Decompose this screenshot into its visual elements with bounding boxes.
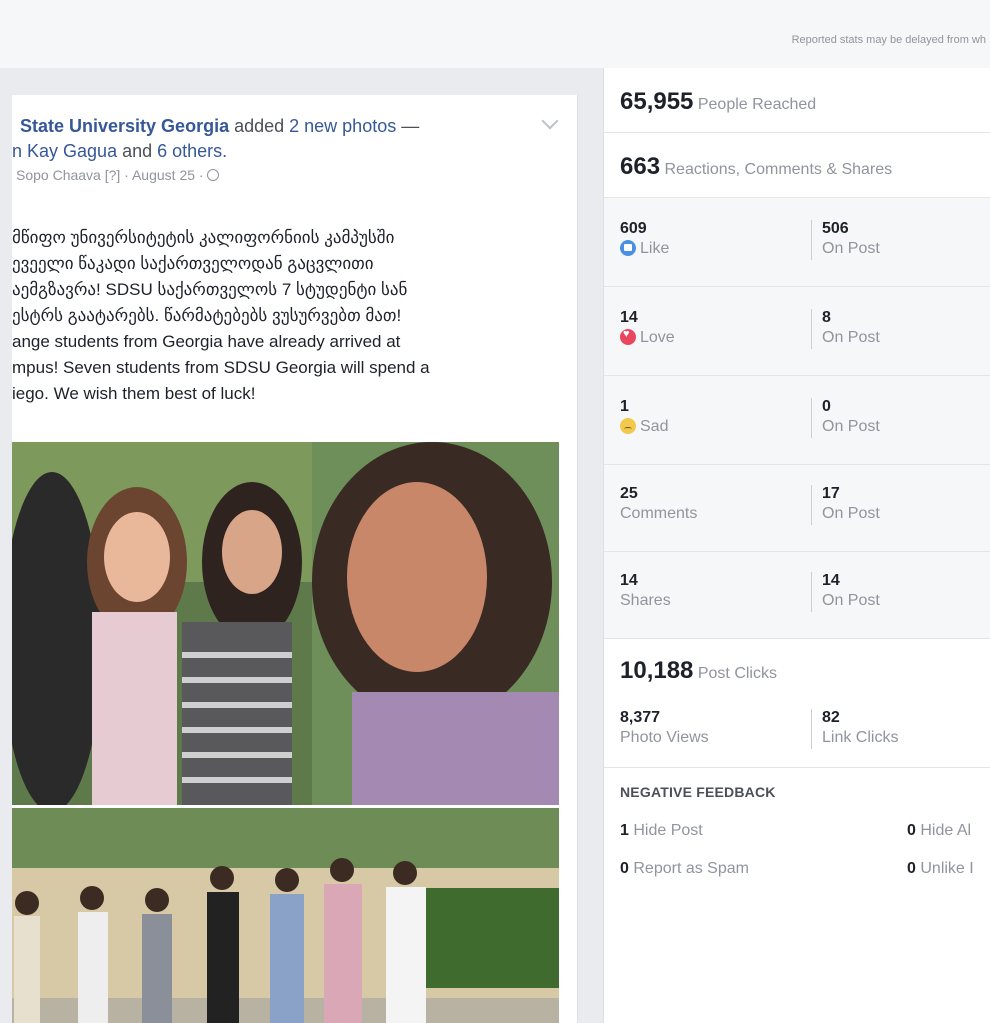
unlike-count: 0 xyxy=(907,860,916,877)
unlike-page-stat: 0 Unlike I xyxy=(907,860,974,878)
comments-on-post: 17 On Post xyxy=(811,485,880,525)
link-clicks-label: Link Clicks xyxy=(822,729,899,746)
sad-on-post: 0 On Post xyxy=(811,398,880,438)
photo-views-count: 8,377 xyxy=(620,709,661,726)
like-label: Like xyxy=(640,240,670,257)
post-author-date[interactable]: Sopo Chaava [?] · August 25 · xyxy=(16,167,207,183)
hide-all-count: 0 xyxy=(907,822,916,839)
comments-on-post-count: 17 xyxy=(822,485,840,502)
sad-icon xyxy=(620,418,636,434)
photos-link[interactable]: 2 new photos xyxy=(289,116,396,136)
sad-count: 1 xyxy=(620,398,629,415)
post-headline: State University Georgia added 2 new pho… xyxy=(12,113,577,139)
tagged-line: n Kay Gagua and 6 others. xyxy=(12,139,577,163)
hide-post-count: 1 xyxy=(620,822,629,839)
hide-post-stat: 1 Hide Post xyxy=(620,822,703,840)
like-on-post-label: On Post xyxy=(822,240,880,257)
and-text: and xyxy=(117,141,158,161)
love-on-post-label: On Post xyxy=(822,329,880,346)
page-name-link[interactable]: State University Georgia xyxy=(20,116,229,136)
shares-on-post-label: On Post xyxy=(822,592,880,609)
post-meta: Sopo Chaava [?] · August 25 · xyxy=(12,167,577,183)
tagged-person-link[interactable]: n Kay Gagua xyxy=(12,141,117,161)
insights-panel: 65,955 People Reached 663 Reactions, Com… xyxy=(603,68,990,1023)
stats-delay-notice: Reported stats may be delayed from wh xyxy=(791,34,986,46)
reaction-row-sad: 1 Sad 0 On Post xyxy=(604,376,990,465)
post-clicks-section: 10,188 Post Clicks 8,377 Photo Views 82 … xyxy=(604,639,990,768)
like-on-post-count: 506 xyxy=(822,220,849,237)
post-photo-1[interactable] xyxy=(12,442,559,805)
shares-total: 14 Shares xyxy=(620,572,671,610)
shares-count: 14 xyxy=(620,572,638,589)
report-spam-count: 0 xyxy=(620,860,629,877)
negative-feedback-title: NEGATIVE FEEDBACK xyxy=(620,784,776,800)
post-clicks-value: 10,188 xyxy=(620,657,694,684)
love-on-post: 8 On Post xyxy=(811,309,880,349)
comments-on-post-label: On Post xyxy=(822,505,880,522)
people-reached-value: 65,955 xyxy=(620,88,694,115)
post-photo-2[interactable] xyxy=(12,808,559,1023)
dash-text: — xyxy=(396,116,420,136)
like-on-post: 506 On Post xyxy=(811,220,880,260)
people-reached-section: 65,955 People Reached xyxy=(604,68,990,133)
hide-all-stat: 0 Hide Al xyxy=(907,822,971,840)
post-card: State University Georgia added 2 new pho… xyxy=(12,95,578,1023)
comments-label: Comments xyxy=(620,505,698,522)
sad-on-post-label: On Post xyxy=(822,418,880,435)
like-icon xyxy=(620,240,636,256)
love-label: Love xyxy=(640,329,675,346)
reaction-row-love: 14 Love 8 On Post xyxy=(604,287,990,376)
love-icon xyxy=(620,328,636,345)
comments-row: 25 Comments 17 On Post xyxy=(604,465,990,552)
sad-on-post-count: 0 xyxy=(822,398,831,415)
link-clicks-count: 82 xyxy=(822,709,840,726)
people-reached-label: People Reached xyxy=(697,96,817,113)
love-count: 14 xyxy=(620,309,638,326)
others-link[interactable]: 6 others. xyxy=(157,141,227,161)
link-clicks: 82 Link Clicks xyxy=(811,709,898,749)
post-text: მწიფო უნივერსიტეტის კალიფორნიის კამპუსში… xyxy=(12,228,430,403)
top-bar: Reported stats may be delayed from wh xyxy=(0,0,990,68)
like-total: 609 Like xyxy=(620,220,669,258)
love-on-post-count: 8 xyxy=(822,309,831,326)
added-text: added xyxy=(229,116,290,136)
love-total: 14 Love xyxy=(620,309,675,347)
engagement-section: 663 Reactions, Comments & Shares xyxy=(604,132,990,198)
report-spam-label: Report as Spam xyxy=(633,860,749,877)
shares-label: Shares xyxy=(620,592,671,609)
comments-total: 25 Comments xyxy=(620,485,697,523)
engagement-value: 663 xyxy=(620,153,661,180)
comments-count: 25 xyxy=(620,485,638,502)
selfie-photo xyxy=(12,442,559,805)
page-gutter xyxy=(0,68,12,1023)
globe-icon xyxy=(207,169,220,181)
photo-views: 8,377 Photo Views xyxy=(620,709,709,747)
sad-label: Sad xyxy=(640,418,669,435)
post-header: State University Georgia added 2 new pho… xyxy=(12,113,577,183)
engagement-label: Reactions, Comments & Shares xyxy=(664,161,893,178)
unlike-label: Unlike I xyxy=(920,860,974,877)
like-count: 609 xyxy=(620,220,647,237)
hide-post-label: Hide Post xyxy=(633,822,703,839)
group-photo xyxy=(12,808,559,1023)
shares-on-post: 14 On Post xyxy=(811,572,880,612)
hide-all-label: Hide Al xyxy=(920,822,972,839)
shares-on-post-count: 14 xyxy=(822,572,840,589)
shares-row: 14 Shares 14 On Post xyxy=(604,552,990,639)
report-spam-stat: 0 Report as Spam xyxy=(620,860,749,878)
sad-total: 1 Sad xyxy=(620,398,668,436)
reaction-row-like: 609 Like 506 On Post xyxy=(604,198,990,287)
photo-views-label: Photo Views xyxy=(620,729,709,746)
post-clicks-label: Post Clicks xyxy=(697,665,777,682)
